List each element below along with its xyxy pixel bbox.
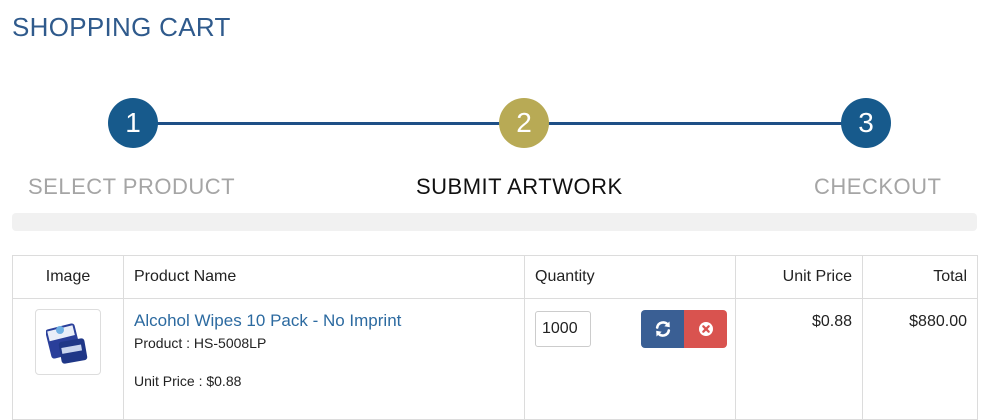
total-cell: $880.00 <box>862 298 978 420</box>
product-unit-price-line: Unit Price : $0.88 <box>134 373 242 389</box>
step-1-label[interactable]: SELECT PRODUCT <box>28 174 235 200</box>
product-thumbnail[interactable] <box>35 309 101 375</box>
column-header-image: Image <box>12 255 124 299</box>
column-header-unit-price: Unit Price <box>735 255 863 299</box>
product-image <box>46 323 88 364</box>
quantity-input[interactable] <box>535 311 591 347</box>
table-row: Alcohol Wipes 10 Pack - No Imprint Produ… <box>12 298 978 420</box>
step-1-circle[interactable]: 1 <box>108 98 158 148</box>
quantity-cell <box>524 298 736 420</box>
image-cell <box>12 298 124 420</box>
step-3-circle[interactable]: 3 <box>841 98 891 148</box>
column-header-total: Total <box>862 255 978 299</box>
step-connector-2-3 <box>524 122 866 125</box>
product-code: Product : HS-5008LP <box>134 335 267 351</box>
remove-circle-icon <box>698 322 713 336</box>
page-title: SHOPPING CART <box>12 12 231 42</box>
column-header-quantity: Quantity <box>524 255 736 299</box>
update-quantity-button[interactable] <box>641 310 684 348</box>
step-3-label[interactable]: CHECKOUT <box>814 174 941 200</box>
product-name-link[interactable]: Alcohol Wipes 10 Pack - No Imprint <box>134 311 514 331</box>
cart-table: Image Product Name Quantity Unit Price T… <box>12 255 978 420</box>
product-name-cell: Alcohol Wipes 10 Pack - No Imprint Produ… <box>123 298 525 420</box>
column-header-product-name: Product Name <box>123 255 525 299</box>
unit-price-cell: $0.88 <box>735 298 863 420</box>
steps-divider <box>12 213 977 231</box>
step-2-label[interactable]: SUBMIT ARTWORK <box>416 174 623 200</box>
checkout-steps: 1 2 3 SELECT PRODUCT SUBMIT ARTWORK CHEC… <box>0 98 1000 218</box>
step-connector-1-2 <box>133 122 525 125</box>
refresh-icon <box>655 321 670 337</box>
remove-item-button[interactable] <box>684 310 727 348</box>
step-2-circle[interactable]: 2 <box>499 98 549 148</box>
table-header-row: Image Product Name Quantity Unit Price T… <box>12 255 978 299</box>
